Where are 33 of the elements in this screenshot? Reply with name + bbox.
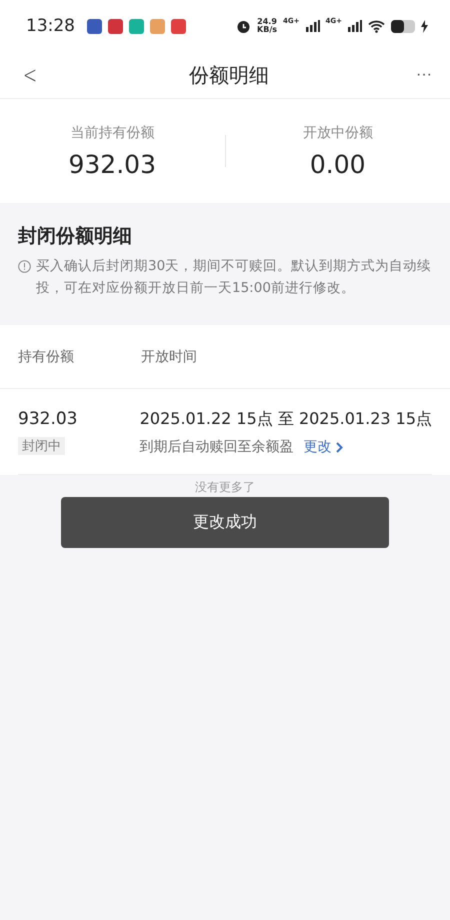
summary-value: 0.00	[310, 150, 366, 178]
warning-icon	[18, 260, 31, 273]
more-button[interactable]: ···	[416, 66, 432, 84]
app-notification-icon	[87, 18, 102, 34]
open-period: 2025.01.22 15点 至 2025.01.23 15点	[140, 409, 432, 430]
notice-text: 买入确认后封闭期30天，期间不可赎回。默认到期方式为自动续投，可在对应份额开放日前一天15:00前进行修改。	[36, 257, 432, 298]
status-time: 13:28	[26, 16, 75, 36]
battery-icon	[391, 20, 415, 32]
status-tag: 封闭中	[18, 437, 65, 455]
page-title: 份额明细	[188, 62, 270, 88]
network-speed: 24.9 KB/s	[257, 18, 278, 34]
charging-icon	[421, 20, 428, 32]
app-notification-icon	[150, 18, 165, 34]
app-notification-icon	[171, 18, 186, 34]
maturity-action: 到期后自动赎回至余额盈	[140, 438, 294, 456]
summary-value: 932.03	[68, 150, 156, 178]
column-header: 持有份额	[18, 348, 75, 366]
summary-label: 当前持有份额	[70, 124, 154, 142]
summary-label: 开放中份额	[302, 124, 373, 142]
toast-message: 更改成功	[193, 512, 257, 533]
end-of-list-text: 没有更多了	[195, 480, 255, 494]
section-title: 封闭份额明细	[18, 224, 133, 249]
back-button[interactable]: <	[22, 61, 38, 89]
change-link[interactable]: 更改	[304, 438, 343, 456]
app-notification-icon	[129, 18, 144, 34]
app-notification-icon	[108, 18, 123, 34]
alarm-icon	[236, 18, 252, 34]
signal-icon	[306, 20, 320, 32]
signal-icon	[348, 20, 362, 32]
wifi-icon	[368, 20, 385, 32]
column-header: 开放时间	[141, 348, 198, 366]
chevron-icon	[336, 442, 343, 452]
holding-amount: 932.03	[18, 409, 78, 429]
